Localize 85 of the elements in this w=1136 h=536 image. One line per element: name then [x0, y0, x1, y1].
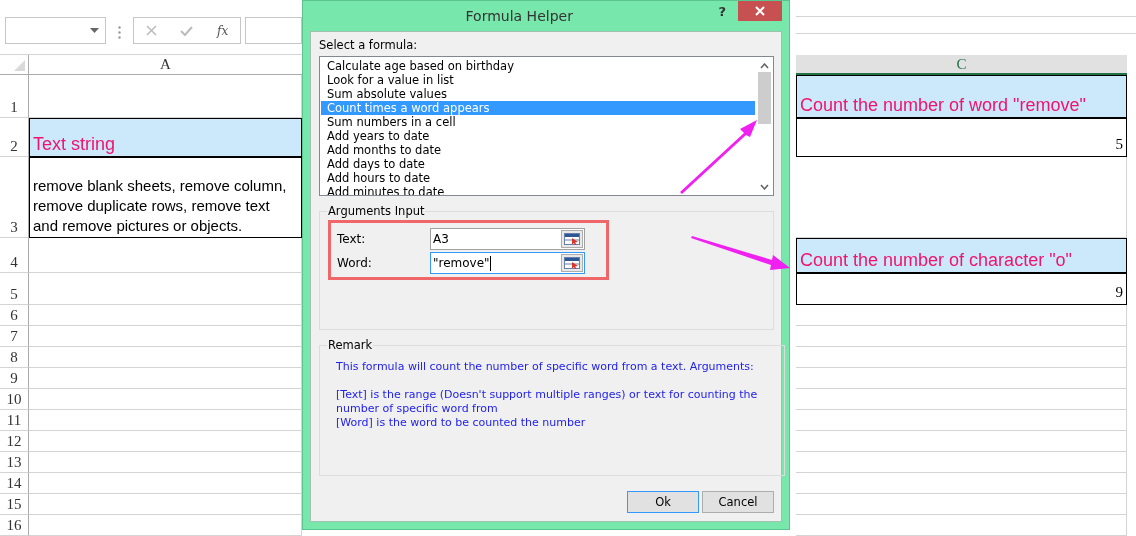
scroll-up-icon[interactable]	[760, 63, 769, 69]
cell-value: 9	[796, 272, 1127, 306]
corner-triangle-icon	[14, 59, 25, 71]
formula-item[interactable]: Add years to date	[321, 129, 755, 143]
remark-text: [Word] is the word to be counted the number	[336, 416, 587, 430]
range-select-button[interactable]	[561, 254, 583, 272]
formula-item[interactable]: Look for a value in list	[321, 73, 755, 87]
cancel-icon[interactable]	[145, 25, 157, 36]
name-box[interactable]	[5, 17, 106, 44]
field-label: Word:	[337, 256, 373, 270]
table-cell[interactable]	[796, 326, 1127, 348]
table-cell[interactable]	[796, 473, 1127, 495]
range-select-icon	[564, 233, 580, 245]
table-cell[interactable]	[796, 410, 1127, 432]
column-header[interactable]: C	[796, 54, 1127, 75]
table-cell[interactable]	[796, 431, 1127, 453]
group-title: Arguments Input	[327, 204, 426, 218]
table-cell[interactable]	[796, 494, 1127, 515]
range-select-button[interactable]	[561, 230, 583, 248]
table-cell[interactable]	[29, 326, 302, 348]
dropdown-caret-icon	[90, 28, 99, 33]
table-cell[interactable]	[29, 410, 302, 432]
table-cell[interactable]	[796, 515, 1127, 536]
checkmark-icon[interactable]	[180, 25, 194, 36]
formula-input[interactable]	[245, 17, 302, 44]
formula-item[interactable]: Sum numbers in a cell	[321, 115, 755, 129]
table-cell[interactable]	[29, 473, 302, 495]
table-cell[interactable]	[796, 347, 1127, 369]
row-header[interactable]: 12	[0, 431, 29, 453]
row-header[interactable]: 5	[0, 272, 29, 306]
scroll-down-icon[interactable]	[760, 184, 769, 190]
table-cell[interactable]	[29, 272, 302, 306]
row-header[interactable]: 9	[0, 368, 29, 390]
field-label: Text:	[337, 232, 367, 246]
argument-field[interactable]: "remove"	[430, 252, 585, 274]
table-cell[interactable]	[796, 368, 1127, 390]
scroll-thumb[interactable]	[758, 72, 771, 124]
table-cell[interactable]	[29, 494, 302, 515]
row-header[interactable]: 6	[0, 305, 29, 327]
dialog-button[interactable]: Cancel	[702, 491, 774, 513]
formula-item[interactable]: Calculate age based on birthday	[321, 59, 755, 73]
range-select-icon	[564, 257, 580, 269]
table-cell[interactable]	[29, 515, 302, 536]
table-cell[interactable]	[796, 156, 1127, 238]
table-cell[interactable]	[796, 389, 1127, 411]
table-cell[interactable]	[29, 389, 302, 411]
formula-item[interactable]: Add days to date	[321, 157, 755, 171]
formula-item[interactable]: Add hours to date	[321, 171, 755, 185]
list-label: Select a formula:	[319, 38, 419, 52]
remark-text: [Text] is the range (Doesn't support multiple ranges) or text for counting the number of specific word from	[336, 388, 759, 416]
row-header[interactable]: 16	[0, 515, 29, 536]
cell-heading: Count the number of word "remove"	[796, 74, 1127, 118]
argument-field[interactable]: A3	[430, 228, 585, 250]
cell-heading: Text string	[29, 117, 302, 157]
group-title: Remark	[327, 338, 374, 352]
row-header[interactable]: 1	[0, 74, 29, 118]
insert-function-button[interactable]: fx	[217, 23, 229, 38]
table-cell[interactable]	[29, 305, 302, 327]
dialog-button[interactable]: Ok	[627, 491, 699, 513]
close-icon	[755, 6, 765, 16]
cell-value: 5	[796, 117, 1127, 157]
cell-value: remove blank sheets, remove column, remove duplicate rows, remove text and remove pictures or objects.	[29, 156, 302, 238]
row-header[interactable]: 15	[0, 494, 29, 515]
row-header[interactable]: 10	[0, 389, 29, 411]
close-button[interactable]	[738, 1, 782, 21]
grip-icon	[118, 26, 121, 39]
dialog-title: Formula Helper	[464, 8, 574, 24]
table-cell[interactable]	[29, 452, 302, 474]
table-cell[interactable]	[29, 368, 302, 390]
row-header[interactable]: 14	[0, 473, 29, 495]
table-cell[interactable]	[796, 305, 1127, 327]
cell-heading: Count the number of character "o"	[796, 237, 1127, 273]
table-cell[interactable]	[29, 431, 302, 453]
remark-text: This formula will count the number of specific word from a text. Arguments:	[336, 360, 755, 374]
row-header[interactable]: 4	[0, 237, 29, 273]
help-button[interactable]: ?	[718, 3, 726, 19]
row-header[interactable]: 13	[0, 452, 29, 474]
row-header[interactable]: 7	[0, 326, 29, 348]
select-all-corner[interactable]	[0, 54, 29, 75]
formula-item[interactable]: Sum absolute values	[321, 87, 755, 101]
table-cell[interactable]	[796, 452, 1127, 474]
formula-item[interactable]: Add months to date	[321, 143, 755, 157]
table-cell[interactable]	[29, 347, 302, 369]
row-header[interactable]: 11	[0, 410, 29, 432]
row-header[interactable]: 8	[0, 347, 29, 369]
